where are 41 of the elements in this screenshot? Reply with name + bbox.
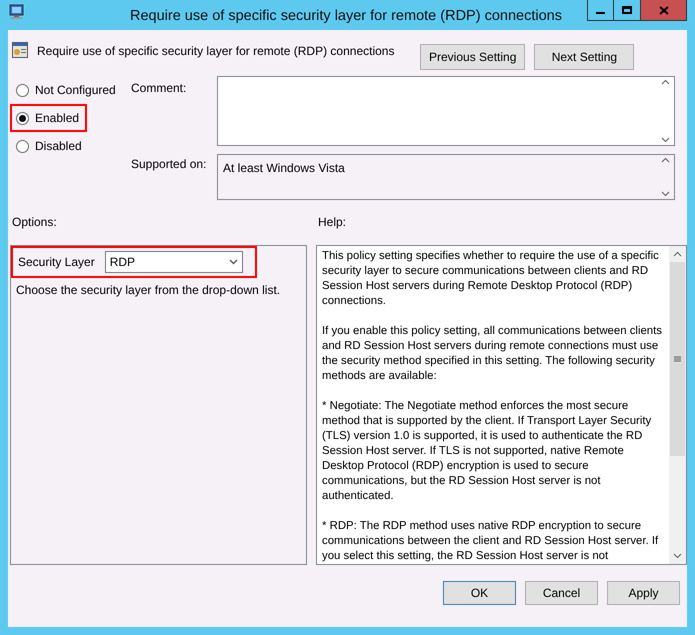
options-label: Options: xyxy=(12,214,58,231)
chevron-down-icon xyxy=(228,259,238,265)
supported-on-label: Supported on: xyxy=(131,156,208,173)
setting-nav-button[interactable]: Previous Setting xyxy=(420,44,526,70)
scroll-up-icon[interactable] xyxy=(673,251,682,257)
comment-label: Comment: xyxy=(131,80,188,97)
security-layer-label: Security Layer xyxy=(18,254,95,271)
scroll-thumb[interactable] xyxy=(670,262,685,456)
dialog-button[interactable]: OK xyxy=(443,581,516,605)
radio-button[interactable] xyxy=(16,84,29,96)
comment-field[interactable] xyxy=(217,76,675,146)
radio-label[interactable]: Not Configured xyxy=(35,81,116,99)
window-title: Require use of specific security layer for remote (RDP) connections xyxy=(130,7,562,26)
radio-label[interactable]: Enabled xyxy=(35,109,80,127)
radio-button[interactable] xyxy=(16,140,29,152)
help-label: Help: xyxy=(318,214,346,231)
minimize-button[interactable] xyxy=(587,0,614,21)
close-icon xyxy=(658,6,668,14)
computer-icon xyxy=(8,4,26,20)
radio-button[interactable] xyxy=(16,112,29,124)
scrollbar[interactable] xyxy=(669,246,686,564)
help-paragraph: If you enable this policy setting, all communications between clients and RD Session Host servers during remote connections must use the security method specified in this setting. The following security methods are available: xyxy=(322,324,664,384)
setting-nav-button[interactable]: Next Setting xyxy=(534,44,634,70)
radio-label[interactable]: Disabled xyxy=(35,137,82,155)
options-description: Choose the security layer from the drop-down list. xyxy=(16,282,282,299)
scroll-down-icon[interactable] xyxy=(673,553,682,559)
scroll-up-icon[interactable] xyxy=(661,79,670,85)
dropdown-value: RDP xyxy=(110,254,136,271)
scroll-down-icon[interactable] xyxy=(661,191,670,197)
help-paragraph: This policy setting specifies whether to require the use of a specific security layer to secure communications between clients and RD Session Host servers during Remote Desktop Protocol (RDP) connections. xyxy=(322,249,660,309)
security-layer-dropdown[interactable]: RDP xyxy=(104,251,243,273)
help-paragraph: * Negotiate: The Negotiate method enforces the most secure method that is supported by the client. If Transport Layer Security (TLS) version 1.0 is supported, it is used to authenticate the RD Session Host server. If TLS is not supported, native Remote Desktop Protocol (RDP) encryption is used to secure communications, but the RD Session Host server is not authenticated. xyxy=(322,399,652,504)
supported-on-value: At least Windows Vista xyxy=(223,160,345,177)
close-button[interactable] xyxy=(641,0,687,21)
dialog-button[interactable]: Cancel xyxy=(525,581,598,605)
help-paragraph: * RDP: The RDP method uses native RDP encryption to secure communications between the client and RD Session Host server. If you select this setting, the RD Session Host server is not xyxy=(322,519,660,564)
scroll-down-icon[interactable] xyxy=(661,137,670,143)
policy-icon xyxy=(12,42,28,58)
scroll-up-icon[interactable] xyxy=(661,157,670,163)
dialog-button[interactable]: Apply xyxy=(607,581,680,605)
policy-name: Require use of specific security layer for remote (RDP) connections xyxy=(37,43,396,60)
